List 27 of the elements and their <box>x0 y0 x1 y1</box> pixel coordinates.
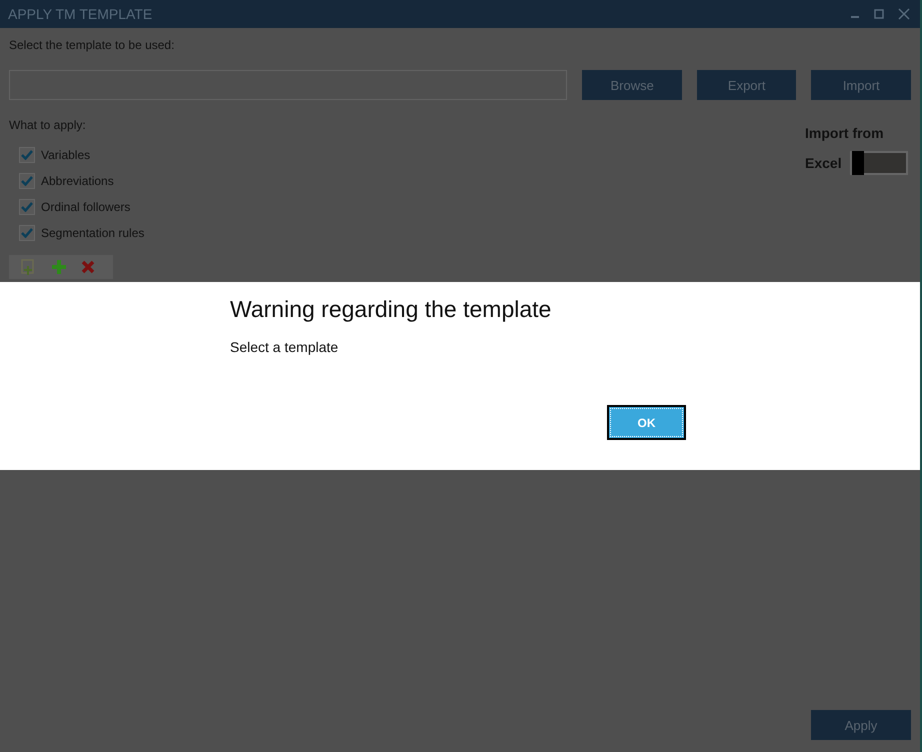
apply-label: What to apply: <box>9 118 86 132</box>
checkbox[interactable] <box>19 173 35 189</box>
checkbox[interactable] <box>19 199 35 215</box>
close-icon[interactable] <box>898 8 910 20</box>
excel-label: Excel <box>805 155 842 171</box>
checkbox[interactable] <box>19 147 35 163</box>
template-label: Select the template to be used: <box>9 38 176 52</box>
import-from-label: Import from <box>805 125 885 141</box>
dialog-message: Select a template <box>230 339 340 355</box>
add-icon[interactable] <box>51 259 67 275</box>
dialog-title: Warning regarding the template <box>230 296 552 323</box>
toggle-switch[interactable] <box>850 151 908 175</box>
apply-button[interactable]: Apply <box>811 710 911 740</box>
ok-button[interactable]: OK <box>607 405 686 440</box>
option-label: Ordinal followers <box>41 200 130 214</box>
option-label: Segmentation rules <box>41 226 144 240</box>
maximize-icon[interactable] <box>874 9 884 19</box>
action-button[interactable]: Browse <box>582 70 682 100</box>
action-button[interactable]: Export <box>696 70 796 100</box>
checkbox[interactable] <box>19 225 35 241</box>
delete-icon[interactable] <box>81 260 95 274</box>
option-label: Abbreviations <box>41 174 114 188</box>
add-page-icon[interactable] <box>19 258 37 276</box>
toggle-thumb[interactable] <box>852 151 864 175</box>
action-button[interactable]: Import <box>811 70 911 100</box>
option-label: Variables <box>41 148 90 162</box>
window-title: APPLY TM TEMPLATE <box>8 6 152 22</box>
